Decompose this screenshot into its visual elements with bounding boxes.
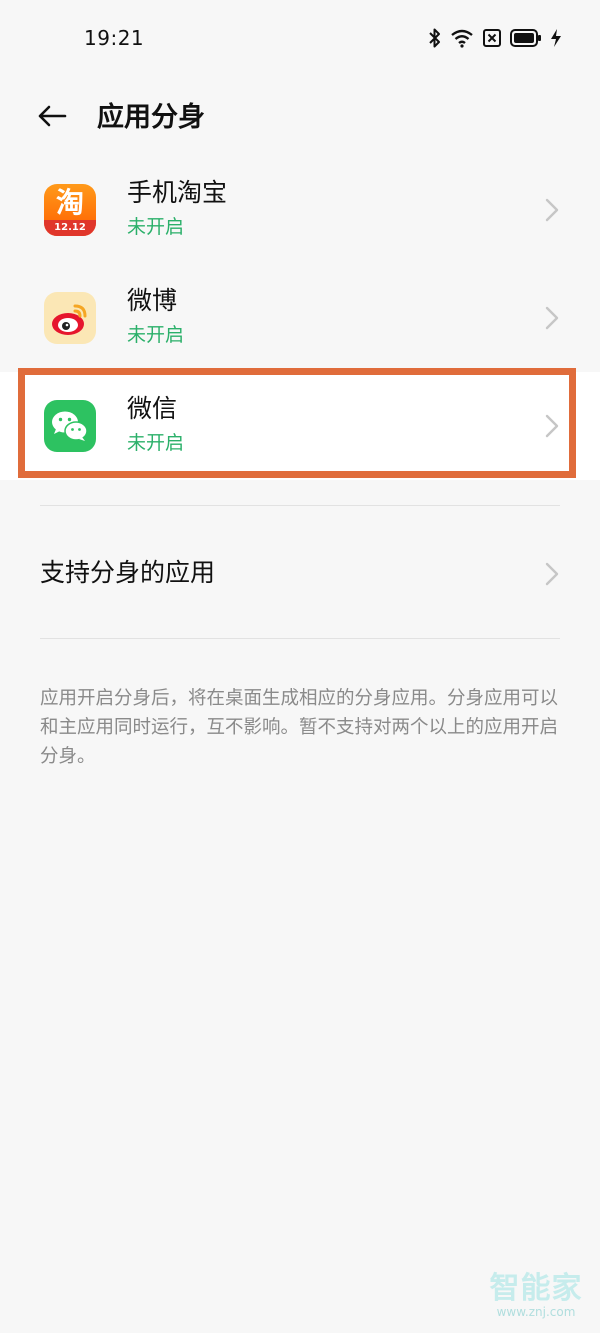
page-title: 应用分身 <box>97 102 205 133</box>
watermark-logo: 智能家 www.znj.com <box>486 1271 586 1320</box>
status-icons <box>428 26 562 50</box>
status-time: 19:21 <box>84 26 145 50</box>
app-row-weibo[interactable]: 微博 未开启 <box>0 264 600 372</box>
arrow-left-icon <box>37 105 67 131</box>
battery-icon <box>510 29 542 47</box>
bluetooth-icon <box>428 27 442 49</box>
wechat-icon <box>44 400 96 452</box>
chevron-right-icon <box>544 306 560 330</box>
weibo-icon <box>44 292 96 344</box>
watermark-brand: 智能家 <box>489 1271 583 1306</box>
chevron-right-icon <box>544 562 560 586</box>
taobao-icon-char: 淘 <box>55 186 84 219</box>
chevron-right-icon <box>544 198 560 222</box>
taobao-icon-badge: 12.12 <box>54 222 86 233</box>
footnote-text: 应用开启分身后，将在桌面生成相应的分身应用。分身应用可以和主应用同时运行，互不影… <box>40 688 559 767</box>
wifi-icon <box>450 28 474 48</box>
charging-icon <box>550 28 562 48</box>
app-row-wechat[interactable]: 微信 未开启 <box>0 372 600 480</box>
supported-apps-row[interactable]: 支持分身的应用 <box>0 530 600 618</box>
watermark-url: www.znj.com <box>496 1305 576 1319</box>
app-row-taobao[interactable]: 淘 12.12 手机淘宝 未开启 <box>0 156 600 264</box>
app-name: 微信 <box>127 394 178 423</box>
app-name: 微博 <box>127 286 178 315</box>
divider <box>40 638 560 639</box>
supported-apps-label: 支持分身的应用 <box>40 558 216 587</box>
taobao-icon: 淘 12.12 <box>44 184 96 236</box>
app-name: 手机淘宝 <box>127 178 228 207</box>
sim-blocked-icon <box>482 28 502 48</box>
status-bar: 19:21 <box>0 0 600 72</box>
app-status: 未开启 <box>127 216 185 238</box>
header: 应用分身 <box>0 88 600 148</box>
app-status: 未开启 <box>127 432 185 454</box>
divider <box>40 505 560 506</box>
back-button[interactable] <box>30 100 74 136</box>
chevron-right-icon <box>544 414 560 438</box>
app-status: 未开启 <box>127 324 185 346</box>
